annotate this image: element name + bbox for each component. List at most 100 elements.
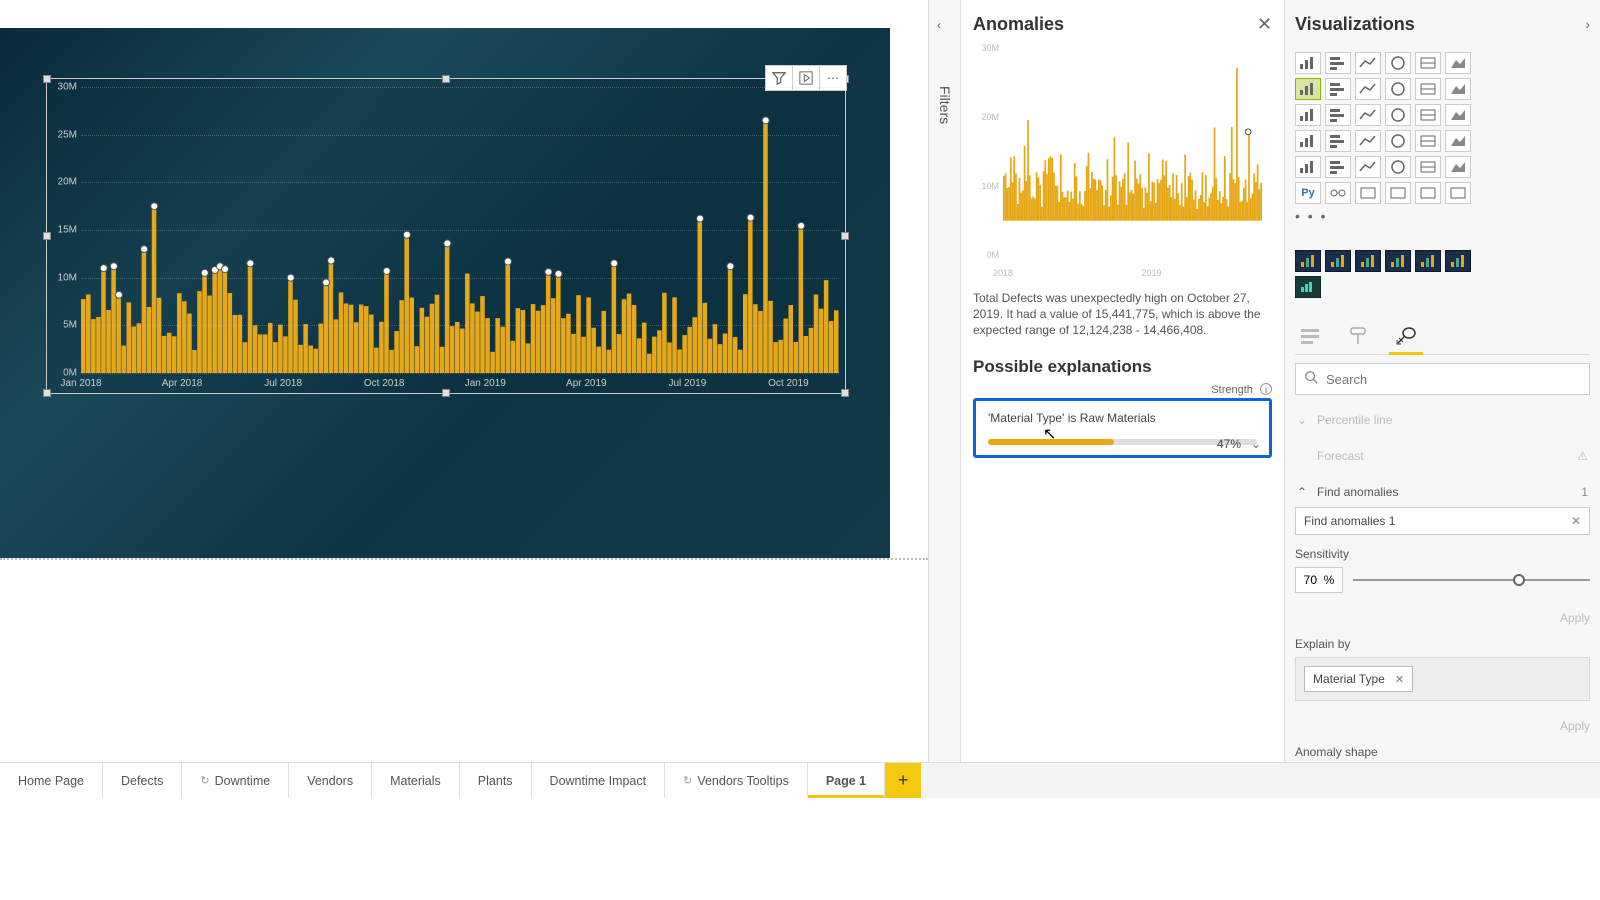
viz-kpi-icon[interactable] — [1385, 130, 1411, 152]
page-tab[interactable]: ↻Vendors Tooltips — [665, 763, 808, 798]
forecast-row[interactable]: Forecast ⚠ — [1295, 445, 1590, 467]
resize-handle[interactable] — [442, 75, 450, 83]
viz-pie-icon[interactable] — [1295, 104, 1321, 126]
page-tab[interactable]: ↻Downtime — [182, 763, 289, 798]
mini-x-tick: 2018 — [993, 268, 1013, 278]
strength-label: Strength — [1211, 384, 1253, 396]
viz-stacked-area-icon[interactable] — [1325, 78, 1351, 100]
viz-extra-icon[interactable]: Py — [1295, 182, 1321, 204]
viz-python-icon[interactable] — [1355, 156, 1381, 178]
page-tab[interactable]: Materials — [372, 763, 460, 798]
custom-visual-icon[interactable] — [1445, 250, 1471, 272]
custom-visual-icon[interactable] — [1415, 250, 1441, 272]
explain-by-tag[interactable]: Material Type ✕ — [1304, 666, 1413, 692]
page-tab[interactable]: Downtime Impact — [532, 763, 666, 798]
page-tab[interactable]: Home Page — [0, 763, 103, 798]
expand-viz-icon[interactable]: › — [1585, 16, 1590, 32]
viz-stacked-column-icon[interactable] — [1355, 52, 1381, 74]
custom-visual-icon[interactable] — [1295, 250, 1321, 272]
strength-label-row: Strength i — [973, 383, 1272, 396]
viz-donut-icon[interactable] — [1325, 104, 1351, 126]
format-tab-icon[interactable] — [1345, 324, 1371, 348]
viz-key-influencers-icon[interactable] — [1385, 156, 1411, 178]
viz-map-icon[interactable] — [1385, 104, 1411, 126]
viz-extra-icon[interactable] — [1415, 182, 1441, 204]
viz-filled-map-icon[interactable] — [1415, 104, 1441, 126]
viz-area-icon[interactable] — [1295, 78, 1321, 100]
chart-visual[interactable]: ⋯ 0M5M10M15M20M25M30MJan 2018Apr 2018Jul… — [46, 78, 846, 394]
viz-waterfall-icon[interactable] — [1385, 78, 1411, 100]
viz-more-icon[interactable]: • • • — [1295, 208, 1590, 224]
resize-handle[interactable] — [43, 232, 51, 240]
resize-handle[interactable] — [442, 389, 450, 397]
mini-y-tick: 20M — [973, 112, 999, 122]
viz-extra-icon[interactable] — [1385, 182, 1411, 204]
resize-handle[interactable] — [841, 389, 849, 397]
custom-visual-icon[interactable] — [1295, 276, 1321, 298]
viz-decomposition-icon[interactable] — [1415, 156, 1441, 178]
explain-by-well[interactable]: Material Type ✕ — [1295, 657, 1590, 701]
fields-tab-icon[interactable] — [1297, 324, 1323, 348]
hidden-page-icon: ↻ — [200, 774, 209, 787]
close-anomalies-icon[interactable]: ✕ — [1257, 14, 1272, 35]
anomalies-mini-chart[interactable]: 0M10M20M30M20182019 — [973, 48, 1272, 278]
add-page-button[interactable]: + — [885, 763, 921, 798]
resize-handle[interactable] — [841, 232, 849, 240]
page-tab[interactable]: Vendors — [289, 763, 372, 798]
resize-handle[interactable] — [43, 75, 51, 83]
viz-treemap-icon[interactable] — [1355, 104, 1381, 126]
remove-icon[interactable]: ✕ — [1571, 514, 1581, 528]
slider-thumb[interactable] — [1513, 574, 1525, 586]
find-anomalies-row[interactable]: ⌃ Find anomalies 1 — [1295, 481, 1590, 503]
viz-gallery — [1295, 52, 1590, 178]
custom-visual-icon[interactable] — [1385, 250, 1411, 272]
percentile-line-row[interactable]: ⌄ Percentile line — [1295, 409, 1590, 431]
find-anomalies-pill[interactable]: Find anomalies 1 ✕ — [1295, 507, 1590, 535]
viz-line-stacked-icon[interactable] — [1445, 52, 1471, 74]
viz-matrix-icon[interactable] — [1295, 156, 1321, 178]
search-box[interactable] — [1295, 363, 1590, 395]
sensitivity-slider[interactable] — [1353, 579, 1590, 581]
resize-handle[interactable] — [43, 389, 51, 397]
explanation-card[interactable]: 'Material Type' is Raw Materials 47% ⌄ — [973, 398, 1272, 458]
remove-tag-icon[interactable]: ✕ — [1395, 673, 1404, 686]
find-anomalies-count: 1 — [1581, 485, 1588, 499]
viz-gauge-icon[interactable] — [1295, 130, 1321, 152]
custom-visual-icon[interactable] — [1355, 250, 1381, 272]
viz-extra-icon[interactable] — [1325, 182, 1351, 204]
chevron-down-icon[interactable]: ⌄ — [1251, 437, 1261, 451]
collapse-filters-icon[interactable]: ‹ — [937, 18, 941, 32]
viz-extra-icon[interactable] — [1445, 182, 1471, 204]
mini-y-tick: 0M — [973, 250, 999, 260]
analytics-tab-icon[interactable] — [1393, 324, 1419, 348]
viz-scatter-icon[interactable] — [1445, 78, 1471, 100]
search-input[interactable] — [1326, 372, 1581, 387]
page-tab[interactable]: Page 1 — [808, 763, 885, 798]
y-axis-tick: 30M — [51, 82, 77, 93]
viz-line-clustered-icon[interactable] — [1415, 52, 1441, 74]
viz-stacked-bar-icon[interactable] — [1295, 52, 1321, 74]
viz-funnel-icon[interactable] — [1415, 78, 1441, 100]
mini-y-tick: 30M — [973, 43, 999, 53]
viz-clustered-bar-icon[interactable] — [1325, 52, 1351, 74]
viz-qa-icon[interactable] — [1445, 156, 1471, 178]
custom-visual-icon[interactable] — [1325, 250, 1351, 272]
page-tab[interactable]: Plants — [460, 763, 532, 798]
info-icon[interactable]: i — [1260, 383, 1272, 395]
page-tab[interactable]: Defects — [103, 763, 182, 798]
viz-multi-row-icon[interactable] — [1355, 130, 1381, 152]
viz-azure-map-icon[interactable] — [1445, 104, 1471, 126]
sensitivity-input[interactable] — [1295, 567, 1343, 593]
viz-slicer-icon[interactable] — [1415, 130, 1441, 152]
viz-clustered-column-icon[interactable] — [1385, 52, 1411, 74]
viz-ribbon-icon[interactable] — [1355, 78, 1381, 100]
viz-card-icon[interactable] — [1325, 130, 1351, 152]
sensitivity-control — [1295, 567, 1590, 593]
viz-r-visual-icon[interactable] — [1325, 156, 1351, 178]
chevron-up-icon: ⌃ — [1297, 485, 1311, 499]
apply-button[interactable]: Apply — [1295, 719, 1590, 733]
viz-table-icon[interactable] — [1445, 130, 1471, 152]
viz-extra-icon[interactable] — [1355, 182, 1381, 204]
apply-button[interactable]: Apply — [1295, 611, 1590, 625]
filters-label[interactable]: Filters — [937, 86, 953, 124]
